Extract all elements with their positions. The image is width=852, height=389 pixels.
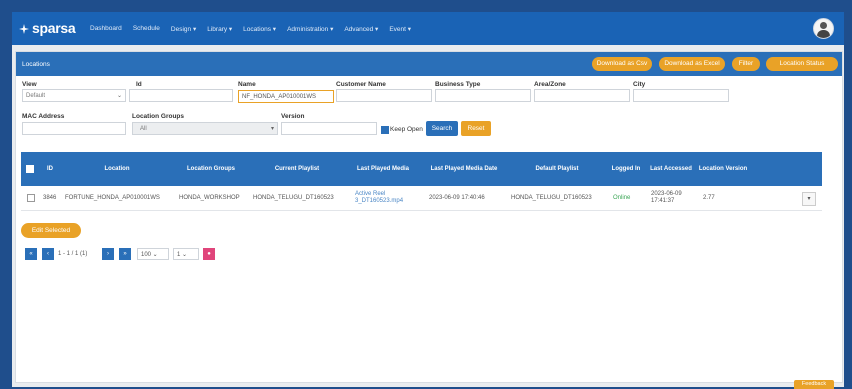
cell-default-playlist: HONDA_TELUGU_DT160523 (511, 194, 592, 201)
cell-location-version: 2.77 (703, 194, 715, 201)
nav-library[interactable]: Library ▾ (207, 25, 232, 33)
cell-location: FORTUNE_HONDA_AP010001WS (65, 194, 160, 201)
row-checkbox[interactable] (27, 194, 35, 202)
row-actions-button[interactable]: ▾ (802, 192, 816, 206)
nav-advanced[interactable]: Advanced ▾ (344, 25, 378, 33)
refresh-icon[interactable]: ● (203, 248, 215, 260)
last-page-icon[interactable]: » (119, 248, 131, 260)
page-size-value: 100 (141, 252, 152, 258)
avatar-body (817, 30, 830, 38)
select-all-checkbox[interactable] (26, 165, 34, 173)
nav-dashboard[interactable]: Dashboard (90, 25, 122, 33)
avatar-head (820, 22, 827, 29)
col-last-played-media[interactable]: Last Played Media (345, 152, 421, 186)
next-page-icon[interactable]: › (102, 248, 114, 260)
col-id[interactable]: ID (39, 152, 61, 186)
nav-schedule[interactable]: Schedule (133, 25, 160, 33)
nav-locations[interactable]: Locations ▾ (243, 25, 276, 33)
col-location-groups[interactable]: Location Groups (173, 152, 249, 186)
page-number-select[interactable]: 1 ⌄ (173, 248, 199, 260)
col-location-version[interactable]: Location Version (697, 152, 749, 186)
row-select-cell (27, 186, 39, 210)
cell-id: 3846 (43, 194, 57, 201)
cell-location-groups: HONDA_WORKSHOP (179, 194, 240, 201)
col-current-playlist[interactable]: Current Playlist (249, 152, 345, 186)
first-page-icon[interactable]: « (25, 248, 37, 260)
table-row[interactable]: 3846 FORTUNE_HONDA_AP010001WS HONDA_WORK… (21, 186, 822, 211)
table-header: ID Location Location Groups Current Play… (21, 152, 822, 186)
cell-logged-in: Online (613, 194, 631, 201)
cell-current-playlist: HONDA_TELUGU_DT160523 (253, 194, 334, 201)
col-default-playlist[interactable]: Default Playlist (507, 152, 607, 186)
avatar[interactable] (813, 18, 834, 39)
page-number-value: 1 (177, 252, 181, 258)
select-all-cell (21, 152, 39, 186)
edit-selected-button[interactable]: Edit Selected (21, 223, 81, 238)
col-last-accessed[interactable]: Last Accessed (645, 152, 697, 186)
prev-page-icon[interactable]: ‹ (42, 248, 54, 260)
cell-last-accessed: 2023-06-09 17:41:37 (651, 191, 682, 204)
logo-text: sparsa (32, 20, 76, 36)
table-area: ID Location Location Groups Current Play… (15, 51, 841, 381)
col-location[interactable]: Location (61, 152, 173, 186)
page-range: 1 - 1 / 1 (1) (58, 251, 88, 257)
page-size-select[interactable]: 100 ⌄ (137, 248, 169, 260)
nav-event[interactable]: Event ▾ (389, 25, 411, 33)
left-edge-bar (0, 205, 12, 208)
logo-icon (19, 24, 29, 34)
nav-administration[interactable]: Administration ▾ (287, 25, 333, 33)
feedback-button[interactable]: Feedback (794, 380, 834, 389)
col-last-played-media-date[interactable]: Last Played Media Date (421, 152, 507, 186)
top-navbar: sparsa Dashboard Schedule Design ▾ Libra… (12, 12, 844, 45)
col-logged-in[interactable]: Logged In (607, 152, 645, 186)
cell-last-played-media-date: 2023-06-09 17:40:46 (429, 194, 485, 201)
nav-design[interactable]: Design ▾ (171, 25, 196, 33)
cell-last-played-media[interactable]: Active Reel 3_DT160523.mp4 (355, 186, 417, 210)
main-nav: Dashboard Schedule Design ▾ Library ▾ Lo… (90, 25, 422, 33)
logo[interactable]: sparsa (18, 20, 76, 36)
